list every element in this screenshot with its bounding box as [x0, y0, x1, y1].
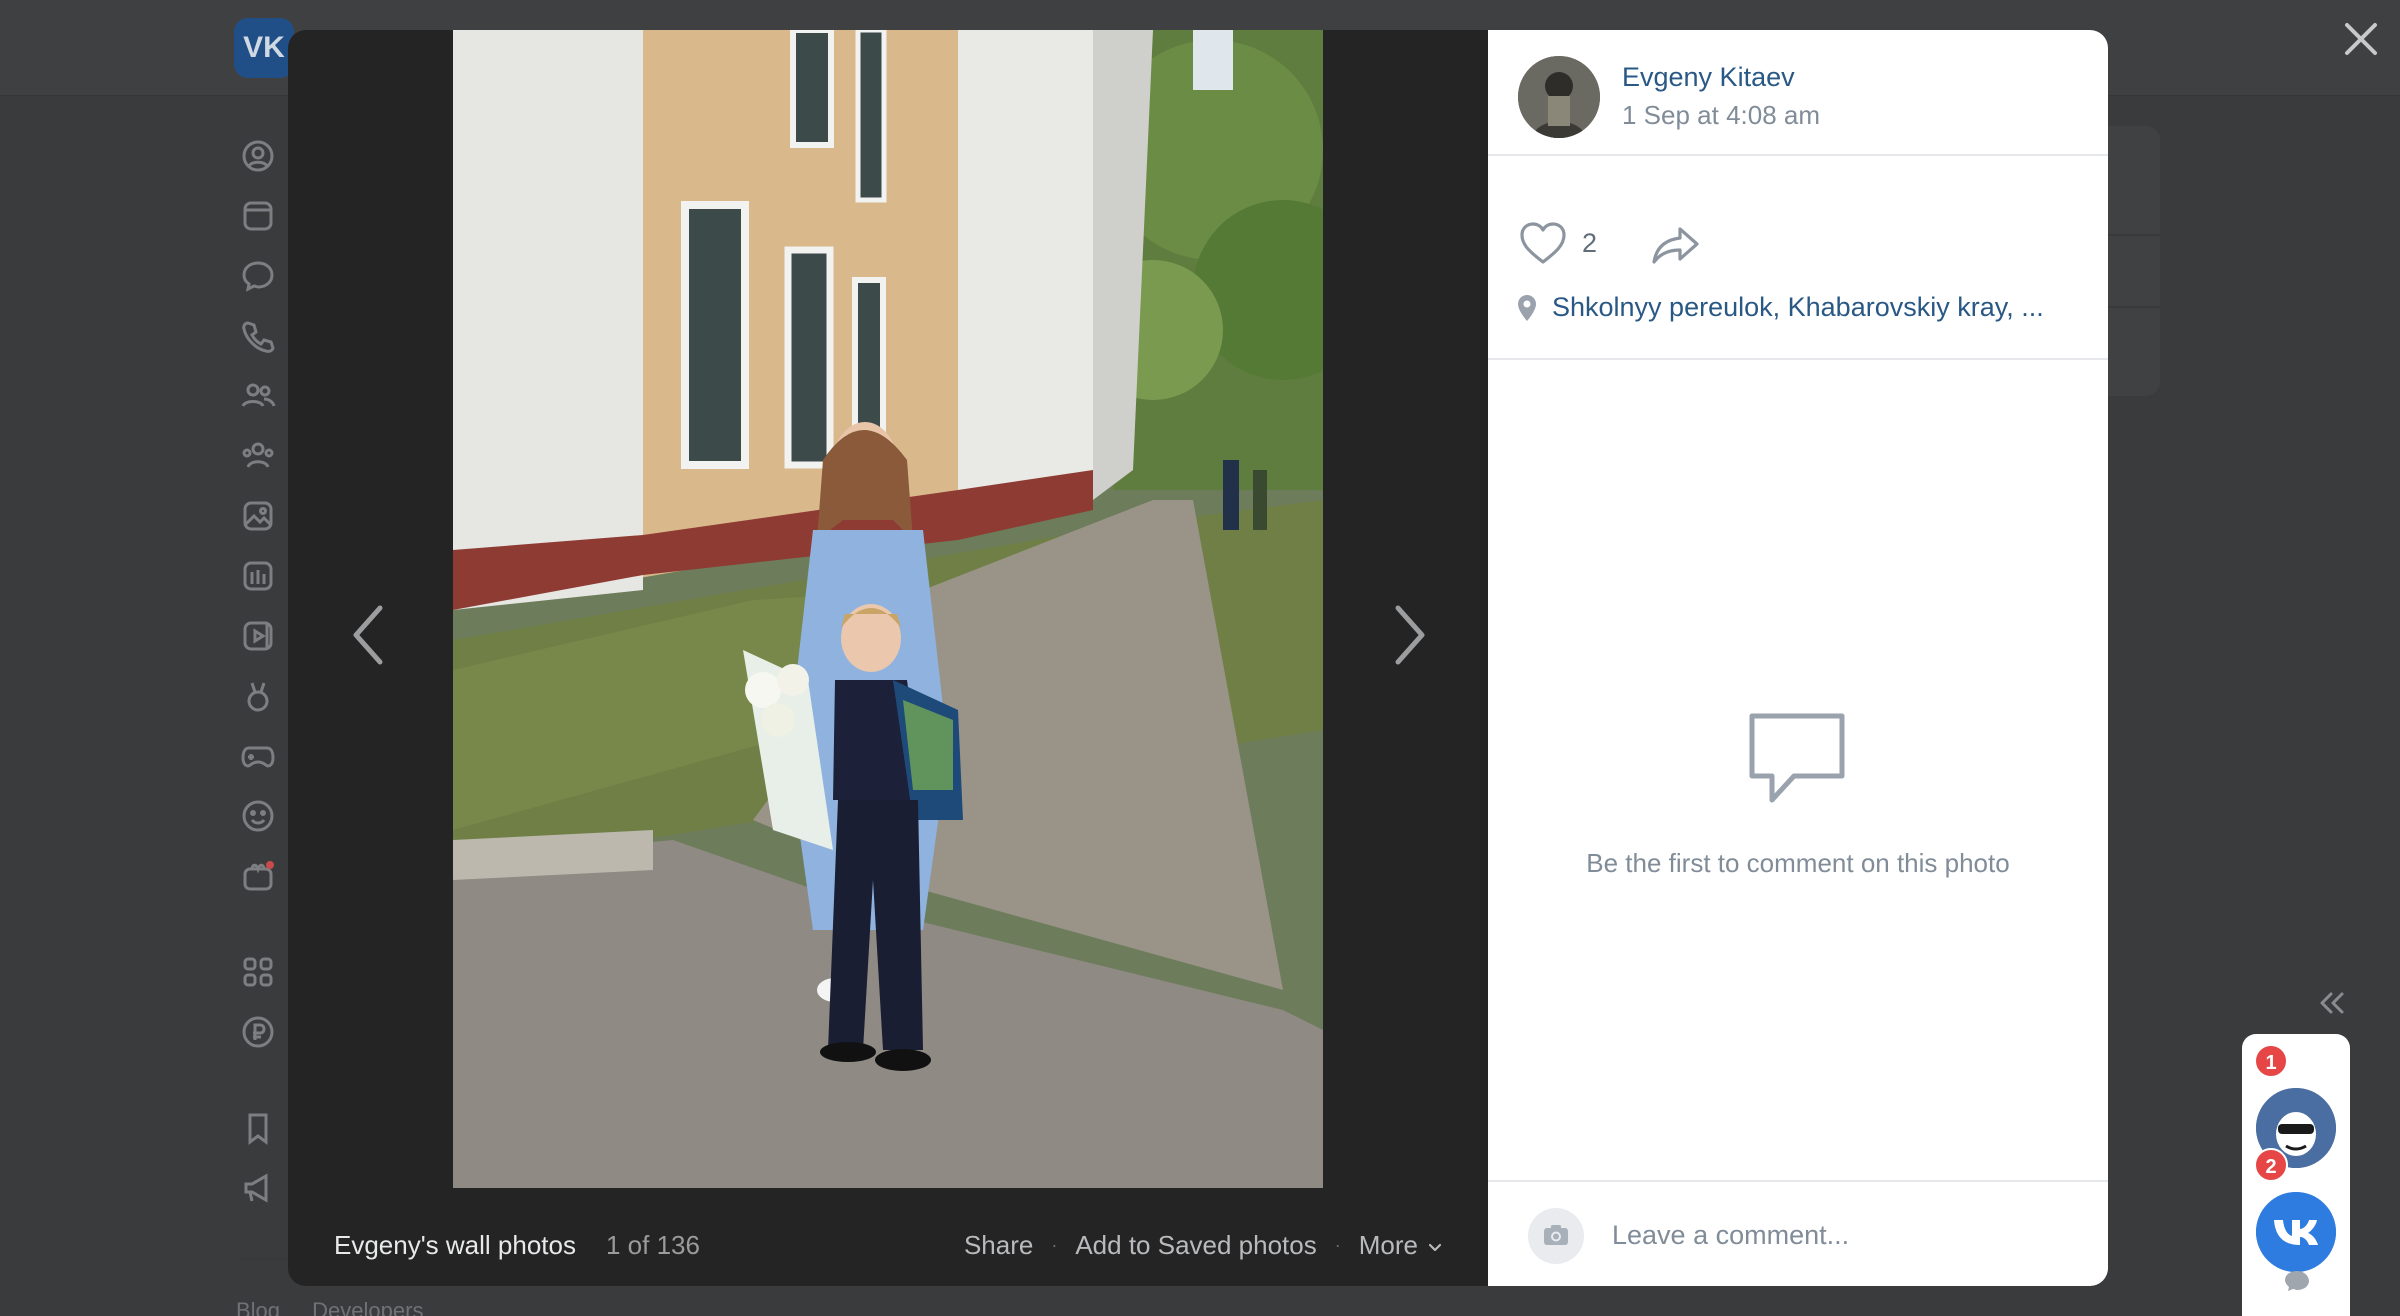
unread-badge-1: 1 — [2254, 1044, 2288, 1078]
footer-link-developers[interactable]: Developers — [312, 1298, 423, 1316]
close-icon — [2345, 23, 2377, 55]
apps-icon — [240, 954, 276, 990]
more-label: More — [1358, 1230, 1418, 1260]
chat-avatar-2[interactable] — [2256, 1192, 2336, 1272]
share-icon[interactable] — [1650, 224, 1702, 266]
empty-comments-text: Be the first to comment on this photo — [1586, 848, 2010, 878]
reactions-block: 2 Shkolnyy pereulok, Khabarovskiy kray, … — [1488, 158, 2108, 360]
next-photo-button[interactable] — [1384, 600, 1434, 670]
location-link[interactable]: Shkolnyy pereulok, Khabarovskiy kray, ..… — [1516, 292, 2044, 323]
footer-link-blog[interactable]: Blog — [236, 1298, 280, 1316]
photos-icon — [240, 498, 276, 534]
photo-actions: Share · Add to Saved photos · More — [964, 1230, 1444, 1261]
heart-icon — [1520, 222, 1566, 264]
photo-viewer: Evgeny's wall photos 1 of 136 Share · Ad… — [288, 30, 2108, 1286]
collapse-chats-button[interactable] — [2314, 986, 2348, 1020]
bookmarks-icon — [240, 1110, 276, 1146]
unread-badge-2: 2 — [2254, 1148, 2288, 1182]
music-icon — [240, 558, 276, 594]
chat-widget: 1 2 — [2242, 1034, 2350, 1316]
profile-icon — [240, 138, 276, 174]
gifts-icon — [240, 858, 276, 894]
comment-input[interactable] — [1612, 1210, 2072, 1260]
photo-footer: Evgeny's wall photos 1 of 136 Share · Ad… — [288, 1220, 1488, 1270]
chevron-left-icon — [353, 605, 383, 665]
attach-photo-button[interactable] — [1528, 1208, 1584, 1264]
chevron-right-icon — [1395, 605, 1425, 665]
background-footer: Blog Developers — [236, 1298, 449, 1316]
chevron-down-icon — [1428, 1244, 1442, 1252]
author-header: Evgeny Kitaev 1 Sep at 4:08 am — [1488, 30, 2108, 156]
stickers-icon — [240, 798, 276, 834]
photo-counter: 1 of 136 — [606, 1230, 700, 1260]
location-text: Shkolnyy pereulok, Khabarovskiy kray, ..… — [1552, 292, 2044, 322]
separator-dot: · — [1334, 1235, 1341, 1255]
more-button[interactable]: More — [1359, 1230, 1444, 1261]
photo-image[interactable] — [453, 30, 1323, 1188]
avatar[interactable] — [1518, 56, 1600, 138]
post-date[interactable]: 1 Sep at 4:08 am — [1622, 100, 1820, 131]
calls-icon — [240, 318, 276, 354]
close-viewer-button[interactable] — [2336, 14, 2386, 64]
video-icon — [240, 618, 276, 654]
previous-photo-button[interactable] — [344, 600, 394, 670]
like-count: 2 — [1582, 227, 1598, 258]
friends-icon — [240, 378, 276, 414]
add-to-saved-button[interactable]: Add to Saved photos — [1075, 1230, 1316, 1261]
comment-bar — [1488, 1180, 2108, 1286]
photo-pane: Evgeny's wall photos 1 of 136 Share · Ad… — [288, 30, 1488, 1286]
separator-dot: · — [1051, 1235, 1058, 1255]
communities-icon — [240, 438, 276, 474]
news-icon — [240, 198, 276, 234]
comments-placeholder-icon — [1749, 713, 1845, 803]
double-chevron-left-icon — [2320, 992, 2344, 1014]
clips-icon — [240, 678, 276, 714]
like-button[interactable]: 2 — [1518, 220, 1597, 266]
ads-icon — [240, 1170, 276, 1206]
message-bubble-icon[interactable] — [2282, 1266, 2312, 1296]
vk-logo: VK — [234, 18, 294, 78]
author-name[interactable]: Evgeny Kitaev — [1622, 62, 1795, 93]
camera-icon — [1544, 1225, 1568, 1245]
games-icon — [240, 738, 276, 774]
info-panel: Evgeny Kitaev 1 Sep at 4:08 am 2 Shkolny… — [1488, 30, 2108, 1286]
location-pin-icon — [1518, 294, 1536, 321]
share-button[interactable]: Share — [964, 1230, 1033, 1261]
messenger-icon — [240, 258, 276, 294]
payments-icon — [240, 1014, 276, 1050]
album-title[interactable]: Evgeny's wall photos — [334, 1230, 576, 1261]
